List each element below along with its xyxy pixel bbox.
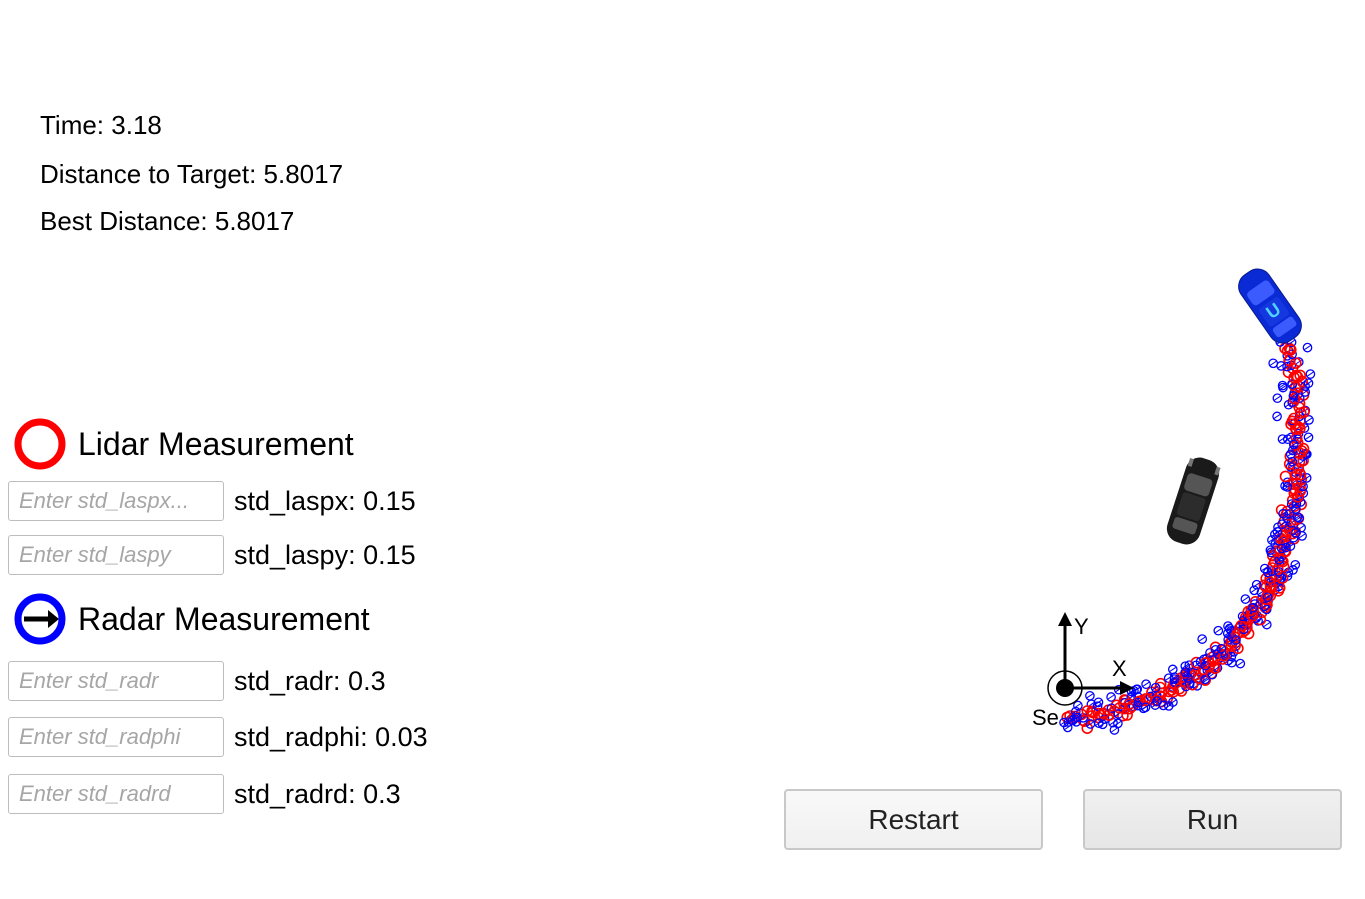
lidar-legend: Lidar Measurement — [12, 416, 354, 472]
param-row-laspy: std_laspy: 0.15 — [8, 534, 416, 576]
radar-marker-arrow — [1142, 681, 1150, 687]
param-row-radr: std_radr: 0.3 — [8, 660, 386, 702]
sensor-label: Se — [1032, 705, 1059, 730]
radar-legend: Radar Measurement — [12, 591, 370, 647]
radar-marker-arrow — [1198, 636, 1206, 642]
radar-marker-arrow — [1274, 395, 1281, 401]
std-laspy-input[interactable] — [8, 535, 224, 575]
param-row-laspx: std_laspx: 0.15 — [8, 480, 416, 522]
radar-marker-arrow — [1215, 628, 1222, 634]
restart-button[interactable]: Restart — [784, 789, 1043, 850]
radar-circle-arrow-icon — [14, 593, 66, 645]
radar-marker-arrow — [1111, 727, 1118, 733]
std-laspx-input[interactable] — [8, 481, 224, 521]
radar-marker-arrow — [1305, 434, 1312, 440]
run-button[interactable]: Run — [1083, 789, 1342, 850]
time-readout: Time: 3.18 — [40, 110, 162, 140]
radar-marker-arrow — [1307, 371, 1314, 377]
radar-marker-arrow — [1304, 345, 1311, 351]
blue-car-icon: U — [1238, 268, 1302, 344]
radar-marker-arrow — [1107, 694, 1115, 700]
radar-marker-arrow — [1237, 661, 1244, 667]
radar-legend-label: Radar Measurement — [78, 600, 370, 637]
std-laspx-label: std_laspx: 0.15 — [234, 485, 416, 516]
sensor-dot-icon — [1056, 679, 1074, 697]
radar-marker-arrow — [1114, 720, 1122, 726]
std-radphi-label: std_radphi: 0.03 — [234, 721, 428, 752]
radar-marker-arrow — [1273, 413, 1281, 419]
std-radrd-input[interactable] — [8, 774, 224, 814]
y-axis-label: Y — [1074, 614, 1089, 639]
radar-marker-arrow — [1305, 417, 1313, 423]
std-radrd-label: std_radrd: 0.3 — [234, 778, 401, 809]
radar-marker-arrow — [1169, 666, 1177, 672]
param-row-radphi: std_radphi: 0.03 — [8, 716, 428, 758]
x-axis-label: X — [1112, 656, 1127, 681]
std-radr-label: std_radr: 0.3 — [234, 665, 386, 696]
radar-marker-arrow — [1109, 720, 1117, 726]
lidar-circle-icon — [14, 418, 66, 470]
radar-marker-arrow — [1269, 360, 1277, 366]
std-radr-input[interactable] — [8, 661, 224, 701]
radar-marker-arrow — [1086, 693, 1094, 699]
radar-marker-arrow — [1279, 436, 1286, 442]
radar-marker-arrow — [1242, 596, 1249, 602]
lidar-legend-label: Lidar Measurement — [78, 425, 354, 462]
lidar-marker — [1279, 470, 1292, 483]
radar-marker-arrow — [1074, 703, 1082, 708]
best-distance-readout: Best Distance: 5.8017 — [40, 206, 295, 236]
black-car-icon — [1166, 457, 1221, 545]
y-axis-arrow-icon — [1058, 612, 1072, 626]
param-row-radrd: std_radrd: 0.3 — [8, 773, 401, 815]
distance-to-target-readout: Distance to Target: 5.8017 — [40, 159, 344, 189]
std-laspy-label: std_laspy: 0.15 — [234, 539, 416, 570]
std-radphi-input[interactable] — [8, 717, 224, 757]
simulation-scene: Y X Se U — [1032, 268, 1316, 735]
